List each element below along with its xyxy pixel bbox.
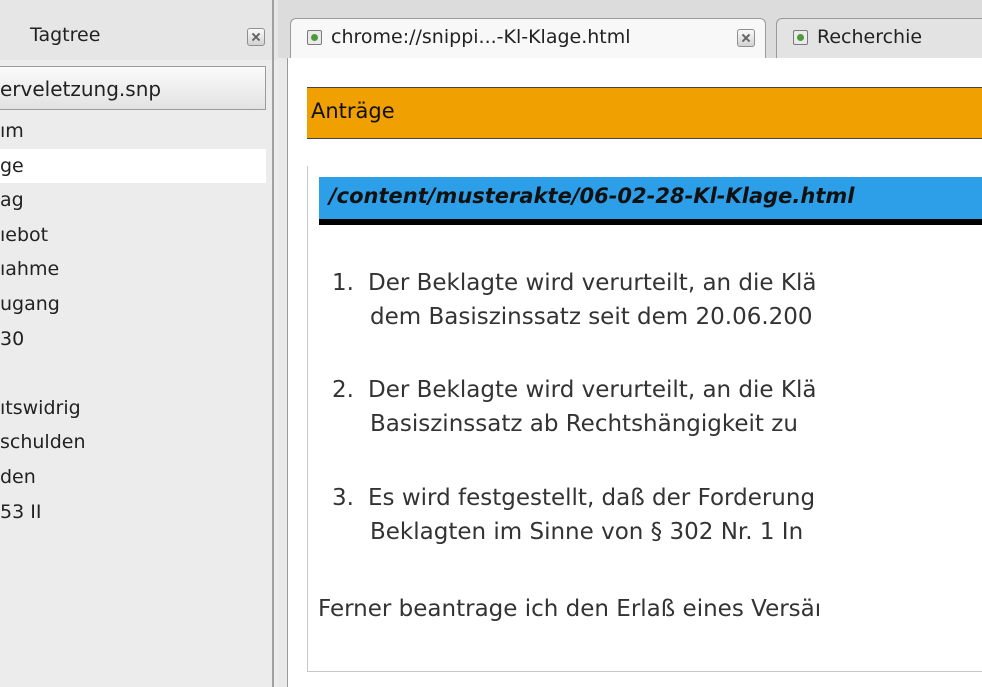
tree-item[interactable]: ugang xyxy=(0,287,266,322)
panel-splitter[interactable] xyxy=(272,0,274,687)
tree-item[interactable]: ag xyxy=(0,183,266,218)
item-text: Beklagten im Sinne von § 302 Nr. 1 In xyxy=(370,519,804,545)
tab-klage[interactable]: chrome://snippi...-Kl-Klage.html xyxy=(290,18,766,58)
tree-item[interactable]: schulden xyxy=(0,425,266,460)
list-item: 3. Es wird festgestellt, daß der Forderun… xyxy=(332,481,982,549)
tree-item-selected[interactable]: ge xyxy=(0,148,266,184)
item-text: Es wird festgestellt, daß der Forderung xyxy=(368,485,816,511)
item-text: dem Basiszinssatz seit dem 20.06.200 xyxy=(370,304,813,330)
item-text: Basiszinssatz ab Rechtshängigkeit zu xyxy=(370,411,798,437)
tab-recherche[interactable]: Recherchie xyxy=(776,18,982,58)
section-heading-bar: Anträge xyxy=(307,87,982,139)
document-view: Anträge /content/musterakte/06-02-28-Kl-… xyxy=(287,58,982,687)
tagtree-panel: Tagtree erveletzung.snp ım ge ag ıebot ı… xyxy=(0,0,278,687)
tagtree-header: Tagtree xyxy=(0,0,278,60)
tag-tree: ım ge ag ıebot ıahme ugang 30 ıtswidrig … xyxy=(0,114,266,529)
path-bar: /content/musterakte/06-02-28-Kl-Klage.ht… xyxy=(319,177,982,225)
list-item: 2. Der Beklagte wird verurteilt, an die K… xyxy=(332,373,982,441)
tree-item[interactable]: den xyxy=(0,460,266,495)
list-item: 1. Der Beklagte wird verurteilt, an die K… xyxy=(332,266,982,334)
page-icon xyxy=(793,30,808,45)
tab-label: Recherchie xyxy=(817,26,923,48)
section-heading: Anträge xyxy=(311,99,395,123)
tree-item[interactable]: ıebot xyxy=(0,218,266,253)
close-icon[interactable] xyxy=(737,29,755,47)
tree-item[interactable]: ım xyxy=(0,114,266,149)
document-path[interactable]: /content/musterakte/06-02-28-Kl-Klage.ht… xyxy=(329,184,854,208)
close-icon[interactable] xyxy=(247,28,265,46)
tagtree-title: Tagtree xyxy=(30,24,101,46)
tree-item[interactable]: ıtswidrig xyxy=(0,391,266,426)
tab-label: chrome://snippi...-Kl-Klage.html xyxy=(331,26,631,48)
item-number: 1. xyxy=(332,270,354,296)
page-icon xyxy=(307,30,322,45)
item-text: Der Beklagte wird verurteilt, an die Klä xyxy=(368,270,817,296)
tree-item[interactable]: 30 xyxy=(0,322,266,357)
item-number: 3. xyxy=(332,485,354,511)
tab-bar: chrome://snippi...-Kl-Klage.html Recherc… xyxy=(278,0,982,58)
tree-item[interactable] xyxy=(0,356,266,391)
tree-item[interactable]: ıahme xyxy=(0,252,266,287)
item-number: 2. xyxy=(332,377,354,403)
tree-item[interactable]: 53 II xyxy=(0,495,266,530)
closing-paragraph: Ferner beantrage ich den Erlaß eines Ver… xyxy=(318,596,822,622)
snippet-file-label: erveletzung.snp xyxy=(0,77,162,101)
snippet-file-button[interactable]: erveletzung.snp xyxy=(0,66,266,110)
item-text: Der Beklagte wird verurteilt, an die Klä xyxy=(368,377,817,403)
